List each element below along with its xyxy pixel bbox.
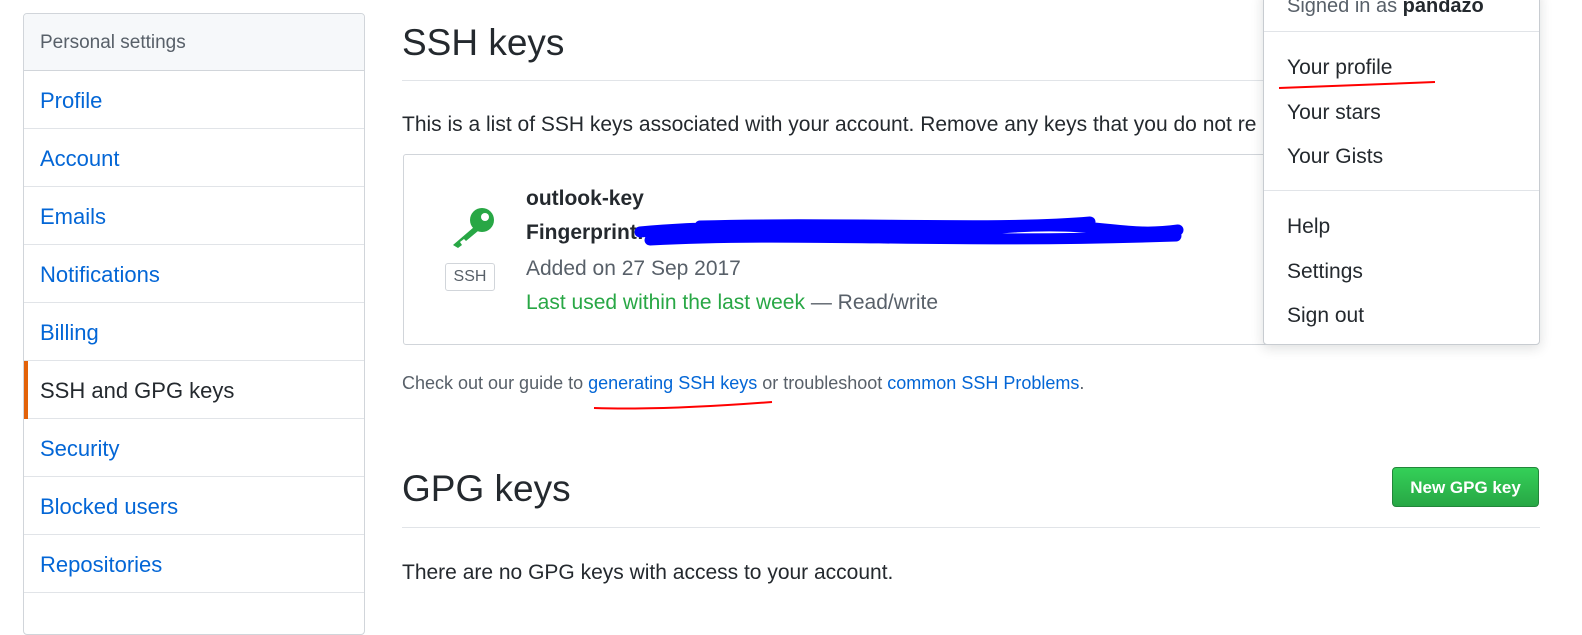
guide-suffix: . — [1079, 373, 1085, 393]
common-ssh-problems-link[interactable]: common SSH Problems — [887, 373, 1079, 393]
sidebar-item-emails[interactable]: Emails — [24, 187, 364, 245]
generating-ssh-keys-link[interactable]: generating SSH keys — [588, 373, 757, 393]
guide-mid: or troubleshoot — [757, 373, 888, 393]
gpg-keys-heading: GPG keys — [402, 468, 571, 509]
sidebar-item-repositories[interactable]: Repositories — [24, 535, 364, 593]
menu-sign-out[interactable]: Sign out — [1287, 304, 1364, 328]
key-added-date: Added on 27 Sep 2017 — [526, 257, 741, 280]
sidebar-item-ssh-gpg-keys[interactable]: SSH and GPG keys — [24, 361, 364, 419]
key-access-level: — Read/write — [805, 291, 939, 314]
sidebar-item-blocked-users[interactable]: Blocked users — [24, 477, 364, 535]
gpg-empty-text: There are no GPG keys with access to you… — [402, 561, 894, 584]
menu-help[interactable]: Help — [1287, 215, 1330, 239]
ssh-key-item: SSH outlook-key Fingerprint: Added on 27… — [403, 154, 1285, 345]
signed-in-prefix: Signed in as — [1287, 0, 1403, 17]
sidebar-item-profile[interactable]: Profile — [24, 71, 364, 129]
sidebar-item-notifications[interactable]: Notifications — [24, 245, 364, 303]
ssh-badge: SSH — [445, 263, 495, 291]
ssh-keys-heading: SSH keys — [402, 22, 565, 63]
ssh-description: This is a list of SSH keys associated wi… — [402, 113, 1257, 136]
gpg-heading-divider — [402, 527, 1540, 528]
menu-your-gists[interactable]: Your Gists — [1287, 145, 1383, 169]
sidebar-item-billing[interactable]: Billing — [24, 303, 364, 361]
signed-in-as: Signed in as pandazo — [1287, 0, 1484, 18]
dropdown-divider — [1264, 31, 1539, 32]
sidebar-item-account[interactable]: Account — [24, 129, 364, 187]
ssh-guide-text: Check out our guide to generating SSH ke… — [402, 373, 1084, 394]
key-title: outlook-key — [526, 187, 644, 210]
sidebar-header: Personal settings — [24, 14, 364, 71]
last-used-text: Last used within the last week — [526, 291, 805, 314]
new-gpg-key-button[interactable]: New GPG key — [1392, 467, 1539, 507]
menu-your-stars[interactable]: Your stars — [1287, 101, 1381, 125]
username: pandazo — [1402, 0, 1484, 17]
settings-sidebar: Personal settings Profile Account Emails… — [23, 13, 365, 635]
key-last-used: Last used within the last week — Read/wr… — [526, 291, 938, 315]
fingerprint-label: Fingerprint: — [526, 221, 644, 244]
dropdown-divider — [1264, 190, 1539, 191]
guide-prefix: Check out our guide to — [402, 373, 589, 393]
key-icon — [453, 208, 494, 248]
user-dropdown-menu: Signed in as pandazo Your profile Your s… — [1263, 0, 1540, 345]
generating-underline — [593, 401, 773, 410]
sidebar-item-security[interactable]: Security — [24, 419, 364, 477]
menu-settings[interactable]: Settings — [1287, 260, 1363, 284]
menu-your-profile[interactable]: Your profile — [1287, 56, 1392, 80]
